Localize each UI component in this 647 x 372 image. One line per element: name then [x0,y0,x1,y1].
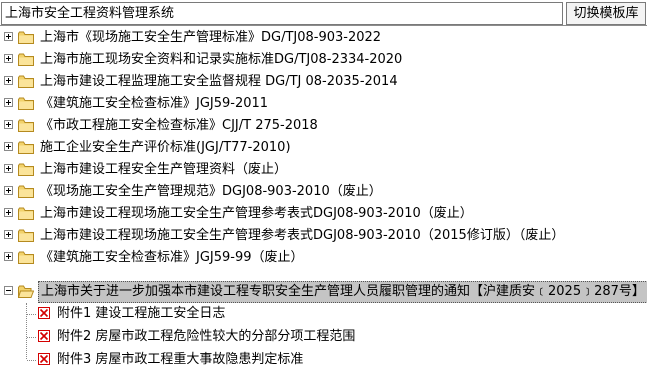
folder-closed-icon [18,31,34,44]
tree-node-label[interactable]: 《市政工程施工安全检查标准》CJJ/T 275-2018 [38,115,320,137]
tree-connector [27,360,36,361]
tree-node[interactable]: 上海市建设工程安全生产管理资料（废止） [0,159,647,181]
window-title: 上海市安全工程资料管理系统 [1,2,563,25]
tree-connector [27,314,36,315]
tree-node-selected[interactable]: 上海市关于进一步加强本市建设工程专职安全生产管理人员履职管理的通知【沪建质安﹝2… [0,281,647,303]
tree-node-label[interactable]: 施工企业安全生产评价标准(JGJ/T77-2010) [38,137,293,159]
folder-closed-icon [18,75,34,88]
tree-node-label[interactable]: 上海市关于进一步加强本市建设工程专职安全生产管理人员履职管理的通知【沪建质安﹝2… [38,281,647,303]
tree-child-label[interactable]: 附件3 房屋市政工程重大事故隐患判定标准 [57,349,303,371]
tree-child-label[interactable]: 附件2 房屋市政工程危险性较大的分部分项工程范围 [57,326,355,348]
folder-closed-icon [18,119,34,132]
folder-closed-icon [18,229,34,242]
folder-closed-icon [18,141,34,154]
document-error-icon [38,330,50,342]
tree-child-label[interactable]: 附件1 建设工程施工安全日志 [57,303,225,325]
tree-node[interactable]: 上海市建设工程现场施工安全生产管理参考表式DGJ08-903-2010（废止） [0,203,647,225]
tree-child-node[interactable]: 附件2 房屋市政工程危险性较大的分部分项工程范围 [0,326,647,348]
expand-icon[interactable] [4,120,13,129]
folder-closed-icon [18,163,34,176]
expand-icon[interactable] [4,208,13,217]
expand-icon[interactable] [4,32,13,41]
tree-node[interactable]: 上海市建设工程监理施工安全监督规程 DG/TJ 08-2035-2014 [0,71,647,93]
folder-open-icon [18,285,34,298]
tree-connector [27,337,36,338]
expand-icon[interactable] [4,230,13,239]
document-error-icon [38,353,50,365]
tree-node-label[interactable]: 《建筑施工安全检查标准》JGJ59-2011 [38,93,270,115]
tree-node-label[interactable]: 《现场施工安全生产管理规范》DGJ08-903-2010（废止） [38,181,384,203]
tree-node[interactable]: 《建筑施工安全检查标准》JGJ59-2011 [0,93,647,115]
folder-closed-icon [18,207,34,220]
expand-icon[interactable] [4,142,13,151]
tree-child-node[interactable]: 附件3 房屋市政工程重大事故隐患判定标准 [0,349,647,371]
tree-node-label[interactable]: 《建筑施工安全检查标准》JGJ59-99（废止） [38,247,306,269]
tree-node[interactable]: 施工企业安全生产评价标准(JGJ/T77-2010) [0,137,647,159]
tree-node[interactable]: 《建筑施工安全检查标准》JGJ59-99（废止） [0,247,647,269]
folder-closed-icon [18,53,34,66]
folder-closed-icon [18,251,34,264]
document-tree: 上海市《现场施工安全生产管理标准》DG/TJ08-903-2022 上海市施工现… [0,27,647,372]
tree-node-label[interactable]: 上海市施工现场安全资料和记录实施标准DG/TJ08-2334-2020 [38,49,404,71]
folder-closed-icon [18,97,34,110]
tree-node-label[interactable]: 上海市建设工程现场施工安全生产管理参考表式DGJ08-903-2010（2015… [38,225,566,247]
tree-child-node[interactable]: 附件1 建设工程施工安全日志 [0,303,647,325]
tree-node-label[interactable]: 上海市建设工程安全生产管理资料（废止） [38,159,289,181]
tree-node[interactable]: 上海市施工现场安全资料和记录实施标准DG/TJ08-2334-2020 [0,49,647,71]
expand-icon[interactable] [4,252,13,261]
expand-icon[interactable] [4,54,13,63]
expand-icon[interactable] [4,76,13,85]
switch-template-library-button[interactable]: 切换模板库 [566,2,646,25]
title-bar: 上海市安全工程资料管理系统 切换模板库 [0,0,647,26]
tree-node-label[interactable]: 上海市《现场施工安全生产管理标准》DG/TJ08-903-2022 [38,27,383,49]
tree-node[interactable]: 《市政工程施工安全检查标准》CJJ/T 275-2018 [0,115,647,137]
tree-node[interactable]: 上海市建设工程现场施工安全生产管理参考表式DGJ08-903-2010（2015… [0,225,647,247]
folder-closed-icon [18,185,34,198]
expand-icon[interactable] [4,164,13,173]
collapse-icon[interactable] [4,286,13,295]
expand-icon[interactable] [4,98,13,107]
tree-node[interactable]: 上海市《现场施工安全生产管理标准》DG/TJ08-903-2022 [0,27,647,49]
document-error-icon [38,307,50,319]
tree-node-label[interactable]: 上海市建设工程监理施工安全监督规程 DG/TJ 08-2035-2014 [38,71,400,93]
expand-icon[interactable] [4,186,13,195]
tree-node-label[interactable]: 上海市建设工程现场施工安全生产管理参考表式DGJ08-903-2010（废止） [38,203,475,225]
tree-node[interactable]: 《现场施工安全生产管理规范》DGJ08-903-2010（废止） [0,181,647,203]
